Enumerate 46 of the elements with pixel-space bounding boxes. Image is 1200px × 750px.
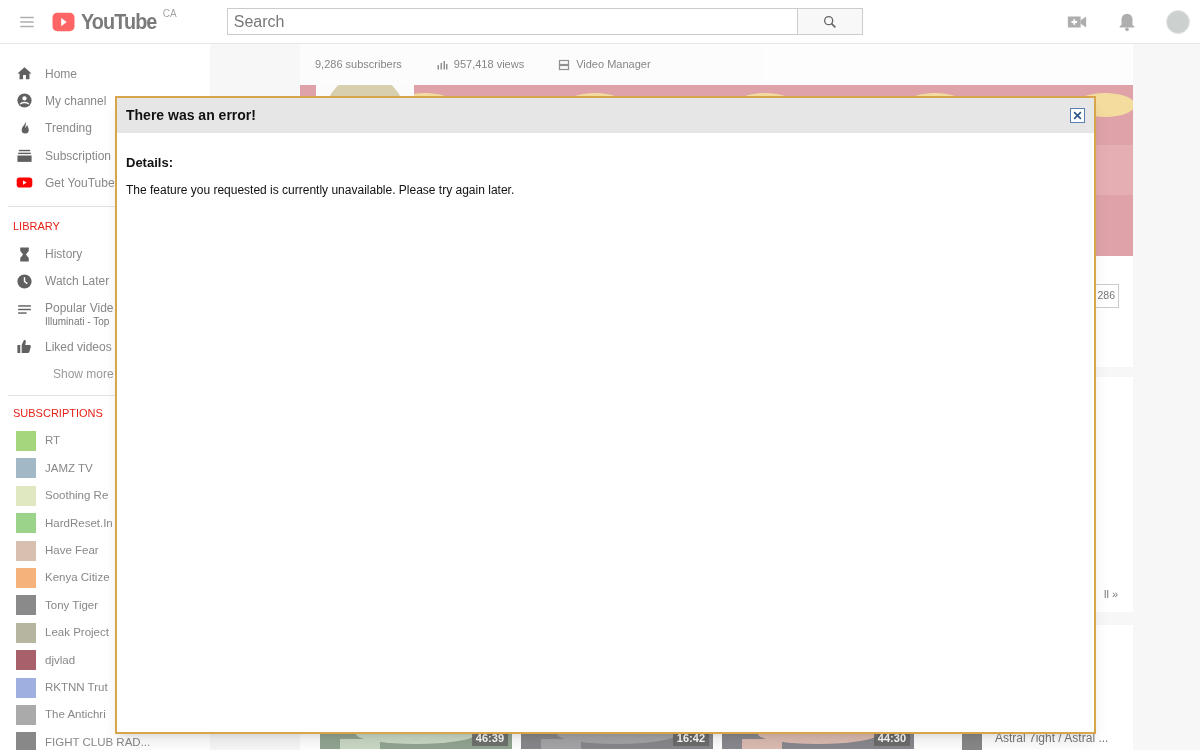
- nav-item[interactable]: Trending: [45, 119, 92, 138]
- stack-icon: [16, 147, 33, 165]
- region-label: CA: [162, 7, 177, 20]
- channel-stat: 957,418 views: [453, 57, 525, 73]
- error-message: The feature you requested is currently unavailable. Please try again later.: [125, 181, 516, 199]
- show-more-link[interactable]: Show more: [53, 364, 114, 383]
- search-field[interactable]: Search: [226, 8, 798, 35]
- thumbs-up-icon: [16, 338, 33, 356]
- section-heading: SUBSCRIPTIONS: [12, 406, 104, 422]
- channel-stat: Video Manager: [576, 57, 651, 73]
- search-button[interactable]: [797, 8, 863, 35]
- see-all-link[interactable]: ll »: [1103, 585, 1118, 602]
- channel-link[interactable]: RKTNN Trut: [45, 678, 108, 697]
- video-manager-icon: [558, 58, 571, 71]
- channel-link[interactable]: The Antichri: [45, 706, 106, 724]
- close-button[interactable]: [1070, 108, 1085, 123]
- nav-item[interactable]: History: [45, 245, 83, 264]
- section-heading: LIBRARY: [12, 219, 61, 235]
- details-label: Details:: [125, 154, 174, 172]
- nav-item[interactable]: Get YouTube: [45, 173, 115, 192]
- dialog-title: There was an error!: [126, 106, 256, 125]
- channel-link[interactable]: Have Fear: [45, 542, 99, 560]
- person-icon: [16, 92, 33, 110]
- channel-link[interactable]: RT: [45, 432, 61, 450]
- channel-link[interactable]: Leak Project: [45, 624, 109, 642]
- logo-text[interactable]: YouTube: [81, 7, 157, 36]
- bar-chart-icon: [435, 58, 448, 71]
- sidebar-item-subtitle: Illuminati - Top: [45, 316, 111, 329]
- channel-link[interactable]: FIGHT CLUB RAD...: [45, 733, 151, 750]
- channel-link[interactable]: HardReset.In: [45, 514, 113, 532]
- avatar-button[interactable]: [1166, 9, 1190, 34]
- nav-item[interactable]: Subscription: [45, 146, 112, 165]
- clock-icon: [16, 272, 33, 290]
- nav-item[interactable]: Home: [45, 64, 77, 83]
- nav-item[interactable]: Popular Vide: [45, 301, 114, 317]
- nav-item[interactable]: My channel: [45, 91, 107, 110]
- channel-link[interactable]: djvlad: [45, 651, 76, 669]
- search-icon: [821, 13, 838, 30]
- channel-link[interactable]: Soothing Re: [45, 487, 109, 505]
- channel-link[interactable]: JAMZ TV: [45, 459, 93, 478]
- channel-link[interactable]: Kenya Citize: [45, 569, 110, 587]
- close-icon: [1073, 111, 1082, 120]
- nav-item[interactable]: Watch Later: [45, 272, 110, 291]
- nav-item[interactable]: Liked videos: [45, 337, 112, 356]
- channel-link[interactable]: Tony Tiger: [45, 596, 99, 615]
- channel-stat: 9,286 subscribers: [315, 57, 402, 73]
